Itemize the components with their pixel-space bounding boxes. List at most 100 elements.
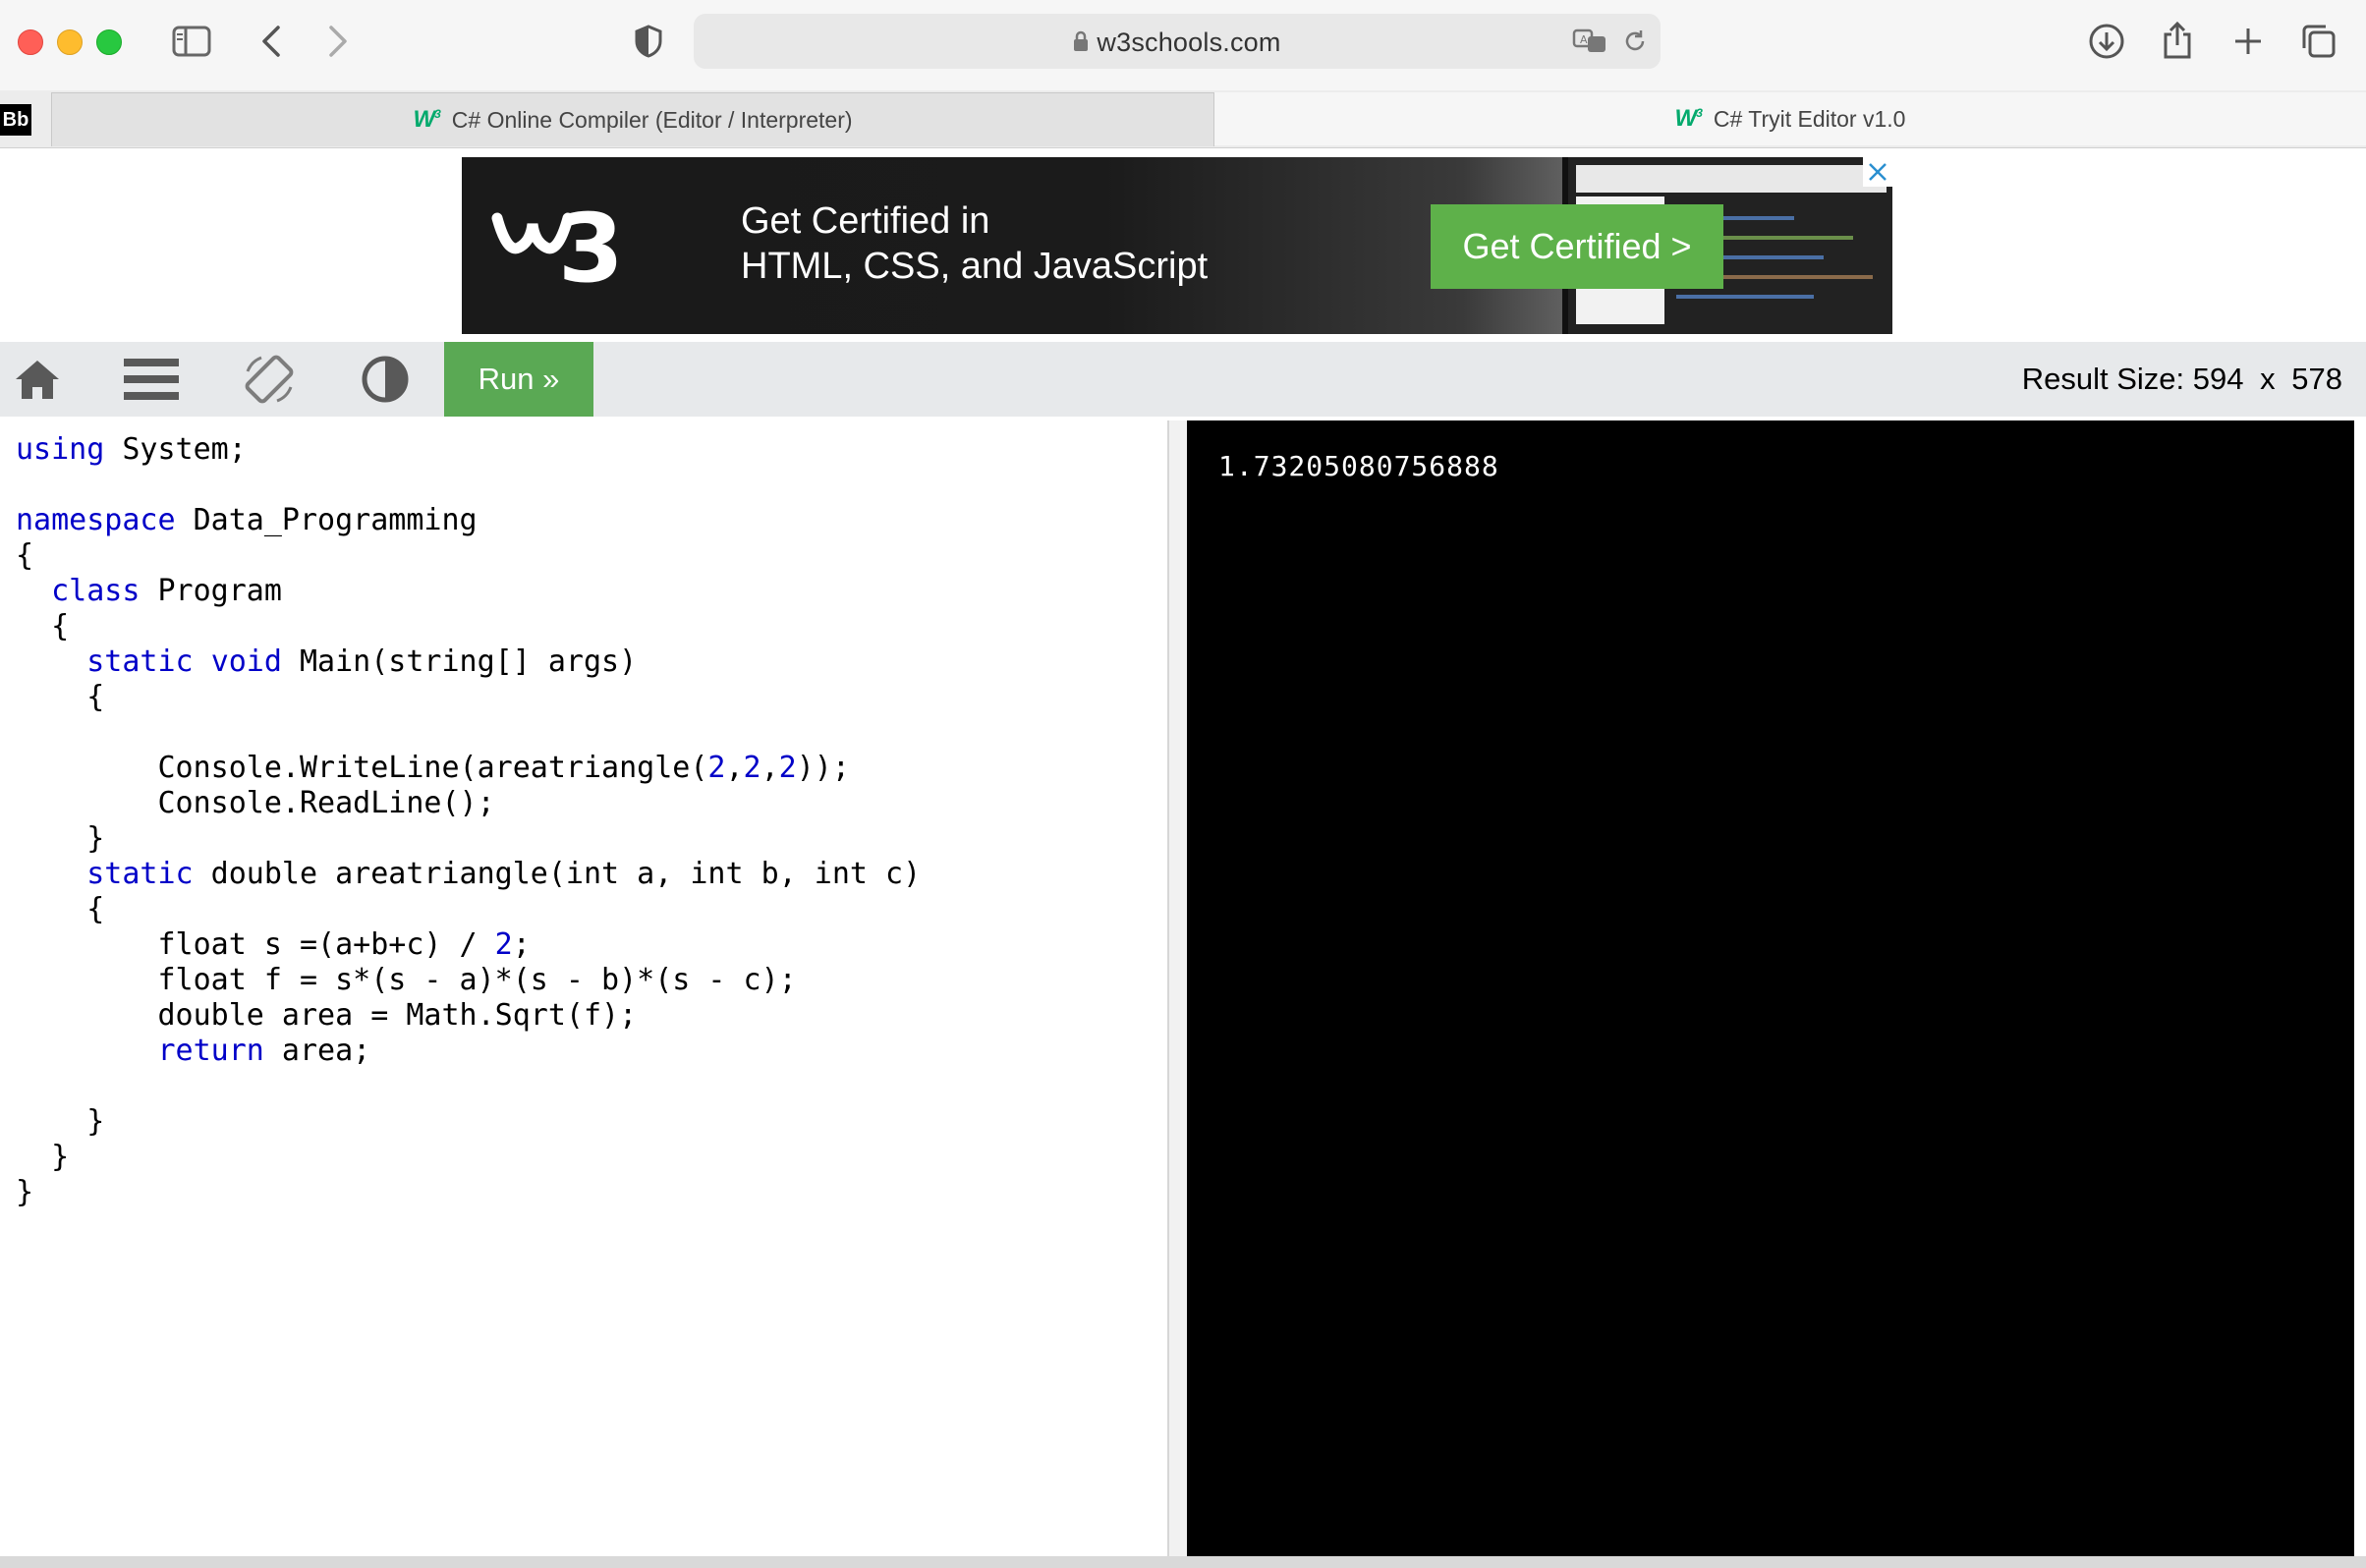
code-token: { <box>16 609 70 644</box>
code-number: 2 <box>707 751 726 785</box>
tryit-toolbar <box>0 342 2366 417</box>
code-token: Program <box>140 574 282 608</box>
code-line: return area; <box>16 1034 921 1069</box>
result-size-display: Result Size: 594 x 578 <box>2022 362 2342 397</box>
share-icon[interactable] <box>2156 18 2199 63</box>
code-line: static double areatriangle(int a, int b,… <box>16 857 921 892</box>
result-height: 578 <box>2291 362 2342 396</box>
bookmark-badge[interactable]: Bb <box>0 104 31 136</box>
code-keyword: static <box>86 644 194 679</box>
svg-text:A: A <box>1580 33 1588 46</box>
code-line: using System; <box>16 432 921 468</box>
w3schools-favicon: W3 <box>1674 105 1703 132</box>
reload-icon[interactable] <box>1619 26 1651 57</box>
code-keyword: void <box>210 644 282 679</box>
forward-icon[interactable] <box>320 22 356 61</box>
tab-csharp-online-compiler[interactable]: W3 C# Online Compiler (Editor / Interpre… <box>51 92 1214 146</box>
svg-text:3: 3 <box>558 194 624 293</box>
download-icon[interactable] <box>2085 20 2128 63</box>
ad-banner[interactable]: 3 Get Certified in HTML, CSS, and JavaSc… <box>462 157 1892 334</box>
code-line: float f = s*(s - a)*(s - b)*(s - c); <box>16 963 921 998</box>
code-line: { <box>16 680 921 715</box>
translate-icon[interactable]: A <box>1570 24 1609 59</box>
tab-label: C# Tryit Editor v1.0 <box>1713 105 1906 132</box>
lock-icon <box>1073 28 1089 59</box>
code-line: } <box>16 821 921 857</box>
code-token: Console.ReadLine(); <box>16 786 495 820</box>
code-number: 2 <box>778 751 797 785</box>
tab-csharp-tryit-editor[interactable]: W3 C# Tryit Editor v1.0 <box>1214 92 2366 145</box>
code-text[interactable]: using System; namespace Data_Programming{… <box>16 432 921 1210</box>
code-token: { <box>16 538 34 573</box>
run-button[interactable]: Run » <box>444 342 593 417</box>
code-token: ; <box>512 927 531 962</box>
code-line: } <box>16 1104 921 1140</box>
code-keyword: class <box>51 574 141 608</box>
ad-headline: Get Certified in HTML, CSS, and JavaScri… <box>741 198 1208 289</box>
code-token: , <box>725 751 744 785</box>
result-size-label: Result Size: <box>2021 362 2185 396</box>
menu-icon[interactable] <box>124 356 179 403</box>
result-pane: 1.73205080756888 <box>1187 420 2354 1556</box>
code-token: double area = Math.Sqrt(f); <box>16 998 638 1033</box>
shield-icon[interactable] <box>629 22 668 61</box>
result-size-separator: x <box>2260 362 2276 396</box>
code-keyword: return <box>157 1034 264 1068</box>
code-token: Main(string[] args) <box>281 644 638 679</box>
code-number: 2 <box>494 927 513 962</box>
code-keyword: using <box>16 432 105 467</box>
url-text: w3schools.com <box>1097 28 1281 57</box>
horizontal-scrollbar[interactable] <box>0 1556 2366 1568</box>
window-close-button[interactable] <box>18 29 43 55</box>
code-token: } <box>16 1104 105 1139</box>
code-editor[interactable]: using System; namespace Data_Programming{… <box>0 420 1169 1556</box>
ad-close-icon[interactable] <box>1863 157 1892 187</box>
code-token: float s =(a+b+c) / <box>16 927 495 962</box>
sidebar-icon[interactable] <box>169 22 214 61</box>
code-line: namespace Data_Programming <box>16 503 921 538</box>
rotate-icon[interactable] <box>242 352 297 407</box>
code-line: float s =(a+b+c) / 2; <box>16 927 921 963</box>
code-keyword: namespace <box>16 503 176 537</box>
code-line: Console.WriteLine(areatriangle(2,2,2)); <box>16 751 921 786</box>
tab-label: C# Online Compiler (Editor / Interpreter… <box>451 106 853 133</box>
back-icon[interactable] <box>254 22 289 61</box>
pane-divider[interactable] <box>1169 420 1187 1556</box>
code-token: } <box>16 1175 34 1209</box>
code-token: { <box>16 892 105 926</box>
ad-headline-line-2: HTML, CSS, and JavaScript <box>741 246 1209 287</box>
address-bar[interactable]: w3schools.com A <box>694 14 1661 69</box>
window-minimize-button[interactable] <box>57 29 83 55</box>
code-line: } <box>16 1175 921 1210</box>
result-width: 594 <box>2192 362 2244 396</box>
code-token: float f = s*(s - a)*(s - b)*(s - c); <box>16 963 797 997</box>
tab-overview-icon[interactable] <box>2297 20 2340 63</box>
code-token: } <box>16 1140 70 1174</box>
code-token: Data_Programming <box>175 503 478 537</box>
code-line: { <box>16 538 921 574</box>
code-line: class Program <box>16 574 921 609</box>
new-tab-icon[interactable] <box>2226 20 2270 63</box>
code-line: { <box>16 609 921 644</box>
code-token: area; <box>263 1034 371 1068</box>
code-line: { <box>16 892 921 927</box>
code-token: )); <box>796 751 850 785</box>
code-token: System; <box>104 432 247 467</box>
code-line: double area = Math.Sqrt(f); <box>16 998 921 1034</box>
contrast-icon[interactable] <box>358 356 413 403</box>
w3-logo: 3 <box>489 191 627 304</box>
w3schools-favicon: W3 <box>413 106 440 133</box>
code-token: } <box>16 821 105 856</box>
window-maximize-button[interactable] <box>96 29 122 55</box>
code-token: double areatriangle(int a, int b, int c) <box>193 857 922 891</box>
get-certified-button[interactable]: Get Certified > <box>1431 204 1723 289</box>
code-line: } <box>16 1140 921 1175</box>
code-token: { <box>16 680 105 714</box>
home-icon[interactable] <box>10 356 65 403</box>
